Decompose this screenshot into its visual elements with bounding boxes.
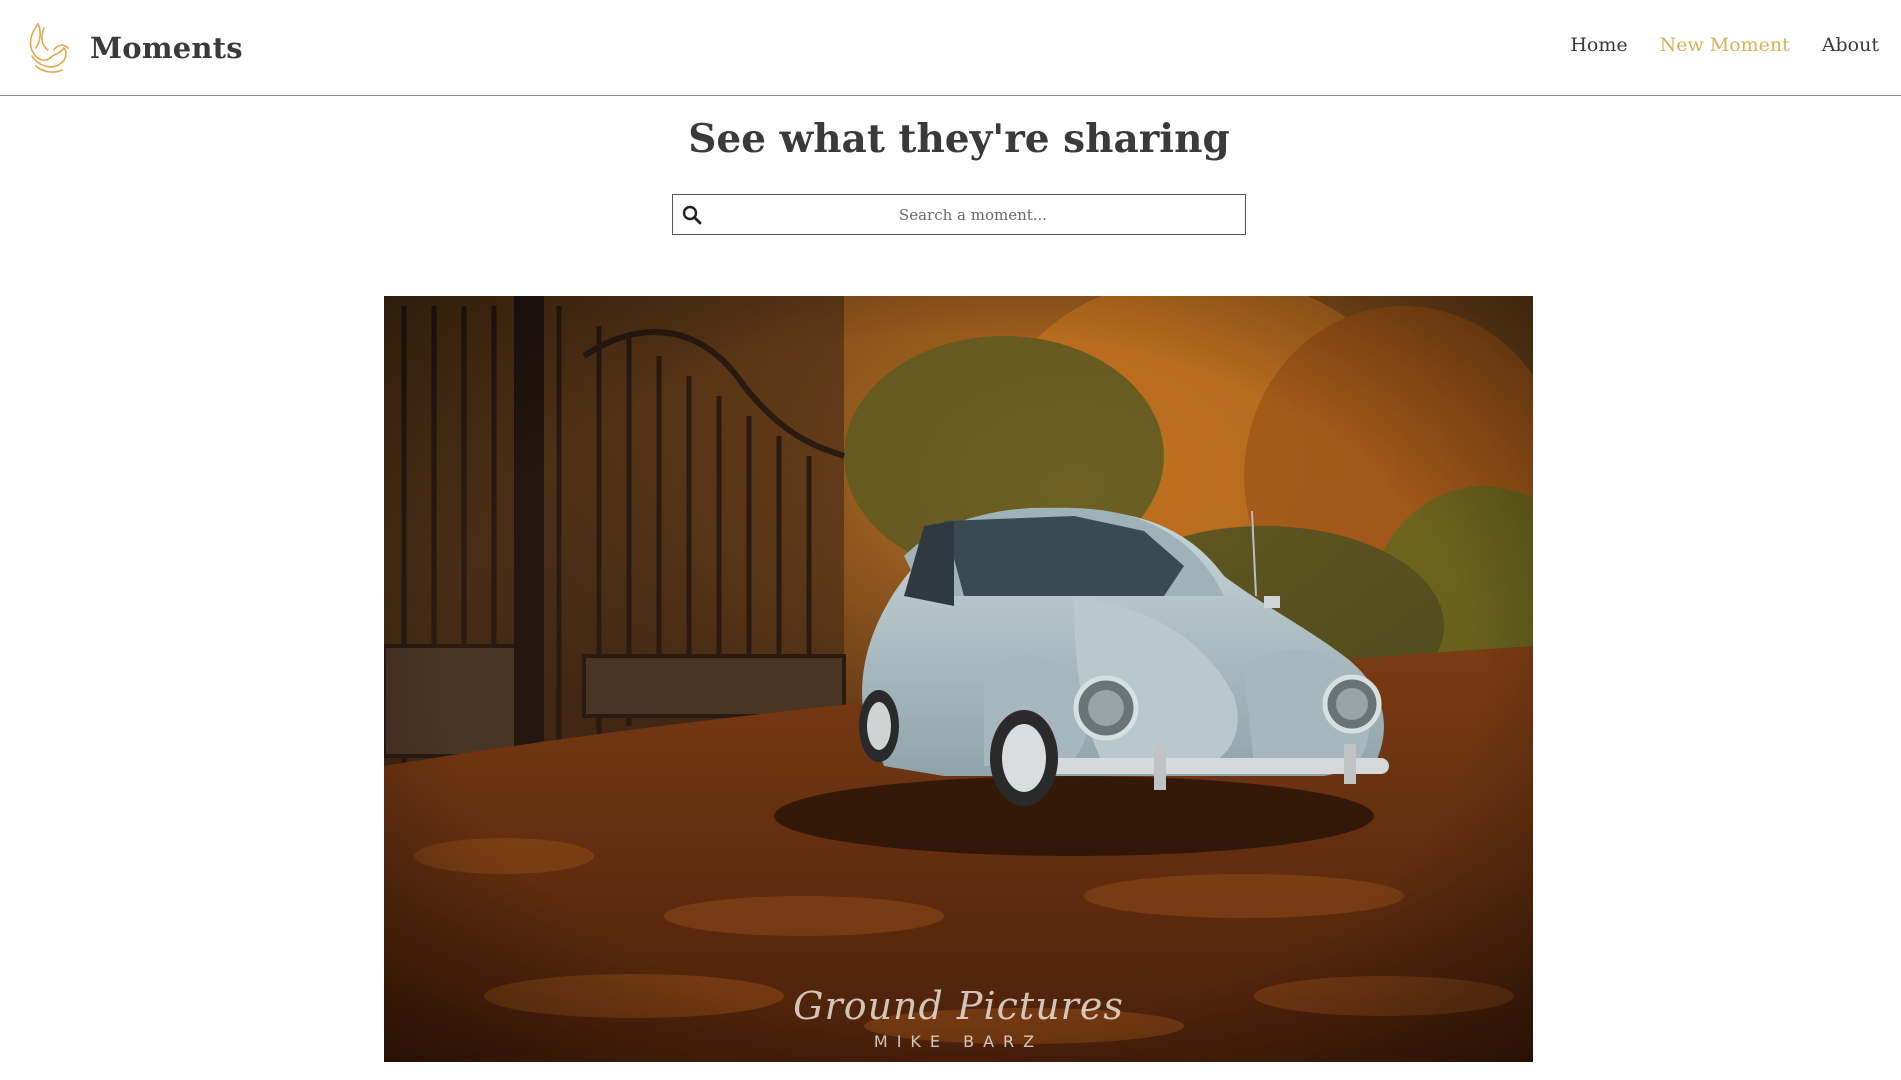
- moment-photo[interactable]: Ground Pictures MIKE BARZ: [384, 296, 1533, 1062]
- moment-photo-image: [384, 296, 1533, 1062]
- nav-links: Home New Moment About: [1570, 34, 1879, 56]
- brand-logo-icon: [29, 23, 69, 73]
- page-title: See what they're sharing: [688, 116, 1230, 162]
- nav-new-moment[interactable]: New Moment: [1660, 34, 1790, 56]
- search-box[interactable]: [672, 194, 1246, 235]
- brand[interactable]: Moments: [24, 18, 243, 78]
- top-navbar: Moments Home New Moment About: [0, 0, 1901, 96]
- nav-home[interactable]: Home: [1570, 34, 1627, 56]
- search-input[interactable]: [673, 195, 1245, 234]
- brand-name: Moments: [90, 31, 243, 65]
- search-icon: [682, 205, 702, 225]
- nav-about[interactable]: About: [1822, 34, 1879, 56]
